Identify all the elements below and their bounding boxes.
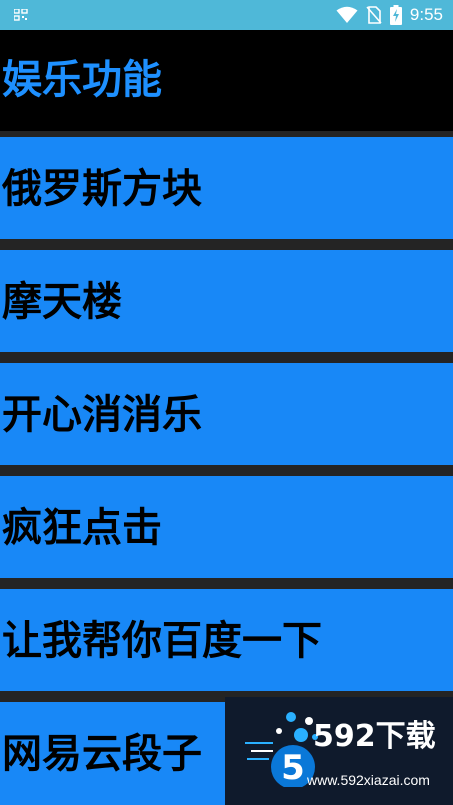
wifi-icon (336, 6, 358, 23)
menu-item-label: 摩天楼 (2, 279, 122, 325)
divider (0, 352, 453, 363)
battery-charging-icon (389, 5, 402, 25)
menu-item-label: 疯狂点击 (2, 505, 162, 551)
watermark-url: www.592xiazai.com (307, 772, 430, 788)
status-icons: 9:55 (336, 0, 443, 30)
menu-item-label: 让我帮你百度一下 (2, 618, 322, 664)
menu-item-skyscraper[interactable]: 摩天楼 (0, 250, 453, 352)
svg-text:5: 5 (281, 748, 305, 787)
menu-item-tetris[interactable]: 俄罗斯方块 (0, 137, 453, 239)
menu-item-label: 俄罗斯方块 (2, 166, 202, 212)
status-time: 9:55 (409, 5, 443, 24)
page-header: 娱乐功能 (0, 30, 453, 131)
menu-item-label: 开心消消乐 (2, 392, 202, 438)
grid-notification-icon (14, 9, 28, 21)
status-bar: 9:55 (0, 0, 453, 30)
menu-item-crazy-click[interactable]: 疯狂点击 (0, 476, 453, 578)
menu-item-label: 网易云段子 (2, 731, 202, 777)
watermark-brand: 592下载 (313, 719, 436, 754)
menu-item-happy-match[interactable]: 开心消消乐 (0, 363, 453, 465)
no-sim-icon (366, 6, 382, 24)
watermark: 5 592下载 www.592xiazai.com (225, 697, 453, 805)
divider (0, 465, 453, 476)
page-title: 娱乐功能 (2, 57, 162, 103)
menu-item-let-me-baidu[interactable]: 让我帮你百度一下 (0, 589, 453, 691)
divider (0, 578, 453, 589)
divider (0, 239, 453, 250)
